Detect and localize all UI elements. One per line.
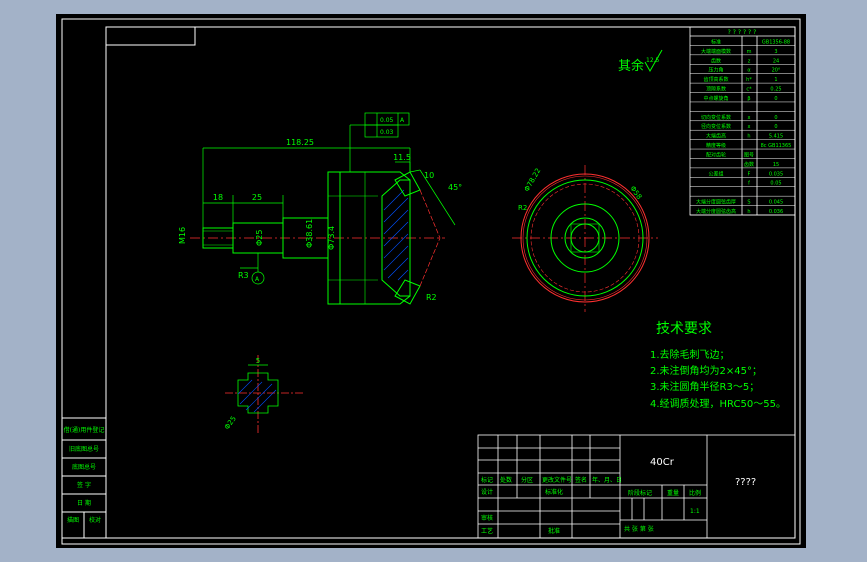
tb-std: 标准化 [545,488,563,496]
dim-10: 10 [424,171,434,180]
dim-118: 118.25 [286,138,314,147]
left-strip-label: 旧底图总号 [69,445,99,453]
param-cell: 压力角 [708,67,723,74]
param-cell: 0 [774,115,777,121]
param-cell: x [748,124,751,130]
material: 40Cr [650,457,675,468]
tech-req-title: 技术要求 [656,321,712,337]
tb-process: 工艺 [481,527,493,535]
param-cell: 顶隙系数 [706,86,726,93]
tb-scale: 比例 [689,489,701,497]
param-cell: 0.035 [769,171,783,177]
param-cell: 切向变位系数 [701,114,731,121]
roughness-value: 12.5 [646,57,660,64]
left-strip-label: 借(通)用件登记 [64,426,105,434]
param-cell: 径向变位系数 [701,123,731,130]
param-cell: c* [746,87,752,93]
tech-req-item: 3.未注圆角半径R3～5； [650,380,759,393]
tol-2: 0.03 [380,129,394,136]
param-cell: 图号 [744,152,754,158]
param-cell: 0.045 [769,200,783,206]
tb-label: 处数 [500,476,512,484]
param-cell: GB1356-88 [762,39,790,45]
left-strip-label: 签 字 [77,481,91,489]
param-cell: 5.415 [769,134,783,140]
param-cell: z [748,58,751,64]
paper [56,14,806,548]
param-cell: 0.036 [769,209,783,215]
param-cell: 3 [774,49,777,55]
dim-shaft-d1: Φ25 [255,230,264,246]
param-cell: 标准 [711,38,721,45]
param-cell: S [747,200,750,206]
tb-review: 审核 [481,514,493,522]
dim-45: 45° [448,183,462,192]
param-cell: 大端分度圆弦齿高 [696,208,736,215]
tb-weight: 重量 [667,489,679,497]
dim-m16: M16 [178,227,187,244]
tb-scale-value: 1:1 [690,508,700,515]
param-cell: 0.05 [770,181,781,187]
param-cell: 0 [774,96,777,102]
param-cell: 大端齿高 [706,133,726,140]
roughness-label: 其余 [618,58,644,74]
drawing-sheet: 借(通)用件登记 旧底图总号 底图总号 签 字 日 期 描图 校对 其余 12.… [56,14,806,548]
left-strip-label: 日 期 [77,499,91,507]
tb-sheets: 共 张 第 张 [624,525,654,533]
param-cell: m [747,49,752,55]
param-cell: x [748,115,751,121]
param-cell: 大端端面模数 [701,48,731,55]
tb-label: 标记 [481,476,493,484]
front-dim-r: R2 [518,204,527,212]
param-cell: 齿数 [711,57,721,64]
param-cell: F [748,171,751,177]
dim-18: 18 [213,193,223,202]
param-cell: 24 [773,58,779,64]
dim-shaft-d2: Φ38.61 [305,219,314,248]
tb-label: 分区 [521,476,533,484]
tb-label: 更改文件号 [542,476,572,484]
param-cell: 齿数 [744,161,754,168]
param-cell: 8c GB11365 [761,143,792,149]
param-cell: h [747,209,750,215]
param-cell: 精度等级 [706,142,726,149]
section-width: 5 [256,357,260,365]
tech-req-item: 4.经调质处理，HRC50～55。 [650,397,786,410]
tb-stage: 阶段标记 [628,489,652,497]
param-cell: β [747,96,750,102]
part-name: ???? [735,477,756,488]
dim-25: 25 [252,193,262,202]
param-cell: 配对齿轮 [706,151,726,158]
param-cell: 15 [773,162,779,168]
tol-1: 0.05 [380,117,394,124]
dim-r3: R3 [238,271,249,280]
param-cell: 20° [772,68,781,74]
parameter-table-header: ? ? ? ? ? ? [728,29,757,36]
param-cell: h* [746,77,752,83]
param-cell: 中点螺旋角 [703,95,728,102]
tech-req-item: 2.未注倒角均为2×45°； [650,364,762,377]
tb-label: 年、月、日 [592,476,622,484]
param-cell: 1 [774,77,777,83]
param-cell: 齿顶高系数 [703,76,728,83]
tb-approve: 批准 [548,527,560,535]
param-cell: 公差组 [708,170,723,177]
dim-d74: Φ73.4 [327,226,336,250]
param-cell: 大端分度圆弦齿厚 [696,199,736,206]
tb-label: 签名 [575,476,587,484]
dim-r2: R2 [426,293,437,302]
dim-11: 11.5 [393,153,411,162]
tb-design: 设计 [481,488,493,496]
tech-req-item: 1.去除毛刺飞边； [650,348,730,361]
left-strip-label: 描图 [67,516,79,524]
left-strip-label: 校对 [89,516,101,524]
param-cell: h [747,134,750,140]
left-strip-label: 底图总号 [72,463,96,471]
param-cell: f [748,181,750,187]
param-cell: 0.25 [770,87,781,93]
param-cell: 0 [774,124,777,130]
